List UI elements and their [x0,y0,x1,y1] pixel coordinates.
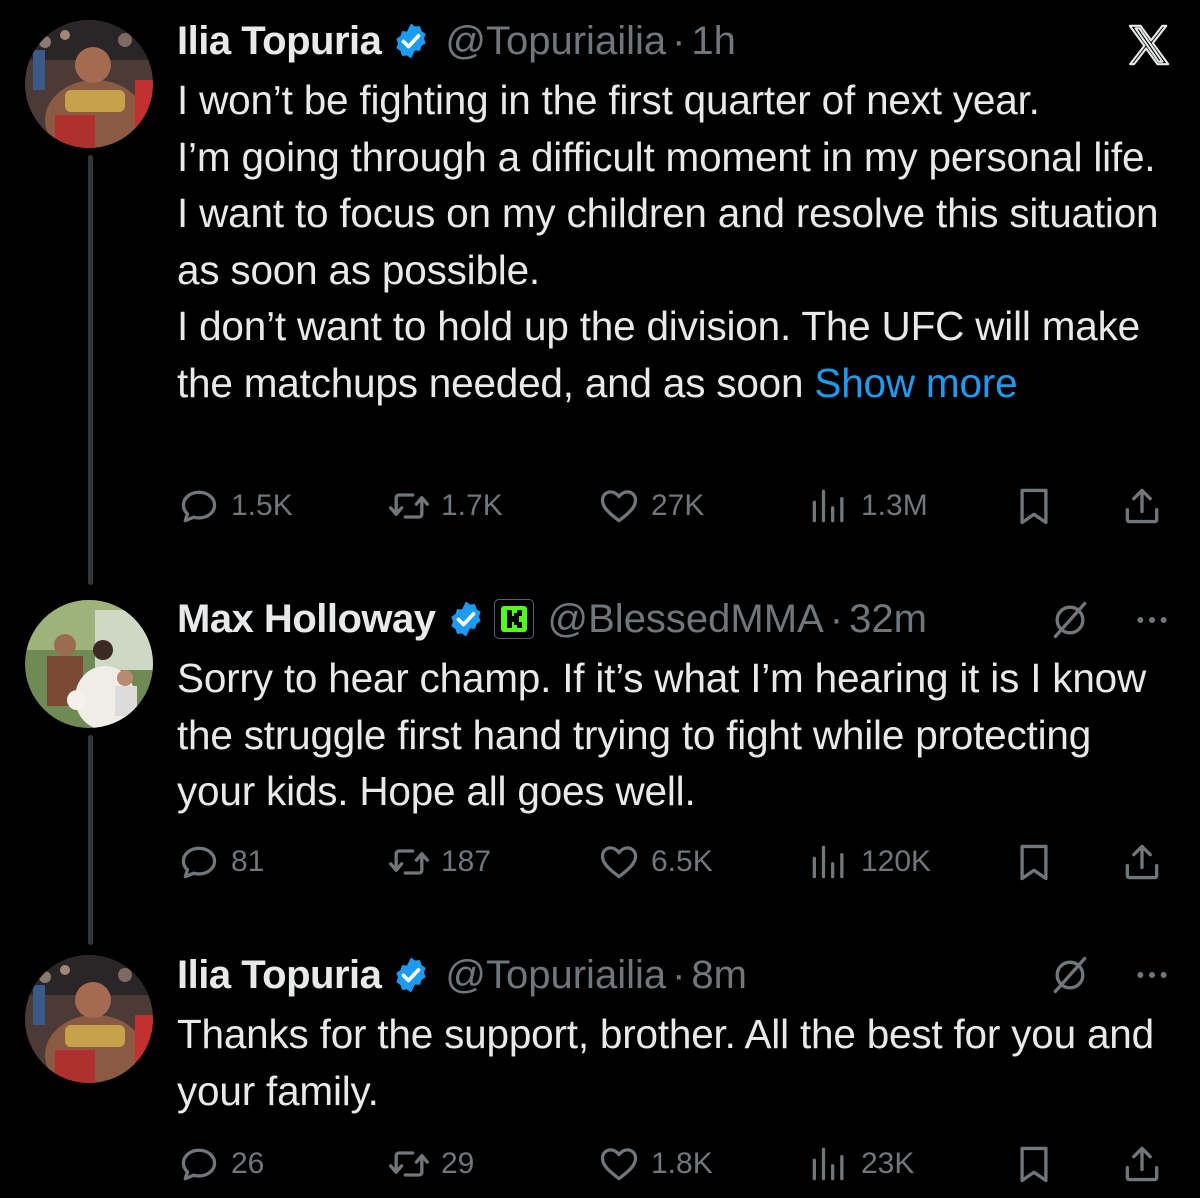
share-button[interactable] [1120,1142,1164,1186]
bookmark-button[interactable] [1012,1142,1120,1186]
view-count: 120K [861,845,932,878]
timestamp[interactable]: 32m [849,597,927,642]
repost-icon [389,1151,429,1177]
share-button[interactable] [1120,484,1164,528]
author-handle[interactable]: @Topuriailia [445,19,666,64]
bookmark-button[interactable] [1012,484,1120,528]
like-count: 6.5K [651,845,713,878]
views-button[interactable]: 23K [807,1142,1012,1186]
kick-logo-icon [500,606,527,632]
bookmark-icon [1020,1146,1048,1183]
grok-icon[interactable] [1048,953,1092,997]
avatar[interactable] [25,955,153,1083]
repost-icon [389,849,429,875]
author-handle[interactable]: @BlessedMMA [548,597,824,642]
like-count: 1.8K [651,1147,713,1180]
tweet-text: I won’t be fighting in the first quarter… [177,72,1172,411]
views-button[interactable]: 1.3M [807,484,1012,528]
timestamp[interactable]: 1h [691,19,736,64]
repost-button[interactable]: 187 [387,840,597,884]
reply-button[interactable]: 26 [177,1142,387,1186]
heart-icon [600,1148,638,1181]
avatar[interactable] [25,600,153,728]
separator-dot: · [672,18,686,63]
reply-count: 26 [231,1147,265,1180]
reply-button[interactable]: 81 [177,840,387,884]
verified-badge-icon [396,957,427,993]
reply-icon [181,490,217,523]
share-icon [1125,488,1159,524]
like-button[interactable]: 6.5K [597,840,807,884]
tweet-text: Sorry to hear champ. If it’s what I’m he… [177,655,1147,814]
timestamp[interactable]: 8m [691,953,747,998]
repost-count: 187 [441,845,492,878]
repost-button[interactable]: 29 [387,1142,597,1186]
heart-icon [600,846,638,879]
more-options-icon[interactable] [1132,955,1172,995]
like-button[interactable]: 1.8K [597,1142,807,1186]
like-count: 27K [651,489,705,522]
tweet-body: I won’t be fighting in the first quarter… [177,77,1159,406]
author-name[interactable]: Ilia Topuria [177,19,382,64]
bookmark-button[interactable] [1012,840,1120,884]
thread-line [88,735,93,945]
views-icon [812,489,844,523]
like-button[interactable]: 27K [597,484,807,528]
verified-badge-icon [396,23,427,59]
reply-count: 1.5K [231,489,293,522]
bookmark-icon [1020,844,1048,881]
grok-icon[interactable] [1048,598,1092,642]
views-icon [812,845,844,879]
more-options-icon[interactable] [1132,600,1172,640]
view-count: 1.3M [861,489,928,522]
author-name[interactable]: Max Holloway [177,597,436,642]
show-more-link[interactable]: Show more [814,360,1017,406]
thread-line [88,155,93,585]
reply-count: 81 [231,845,265,878]
bookmark-icon [1020,488,1048,525]
share-icon [1125,844,1159,880]
reply-button[interactable]: 1.5K [177,484,387,528]
view-count: 23K [861,1147,915,1180]
avatar[interactable] [25,20,153,148]
share-button[interactable] [1120,840,1164,884]
views-button[interactable]: 120K [807,840,1012,884]
repost-icon [389,493,429,519]
author-name[interactable]: Ilia Topuria [177,953,382,998]
verified-badge-icon [450,601,481,637]
views-icon [812,1147,844,1181]
share-icon [1125,1146,1159,1182]
tweet-text: Thanks for the support, brother. All the… [177,1011,1154,1114]
author-handle[interactable]: @Topuriailia [445,953,666,998]
repost-button[interactable]: 1.7K [387,484,597,528]
separator-dot: · [672,952,686,997]
reply-icon [181,1148,217,1181]
reply-icon [181,846,217,879]
repost-count: 1.7K [441,489,503,522]
heart-icon [600,490,638,523]
separator-dot: · [829,596,844,641]
affiliate-badge-icon[interactable] [493,599,534,639]
repost-count: 29 [441,1147,475,1180]
